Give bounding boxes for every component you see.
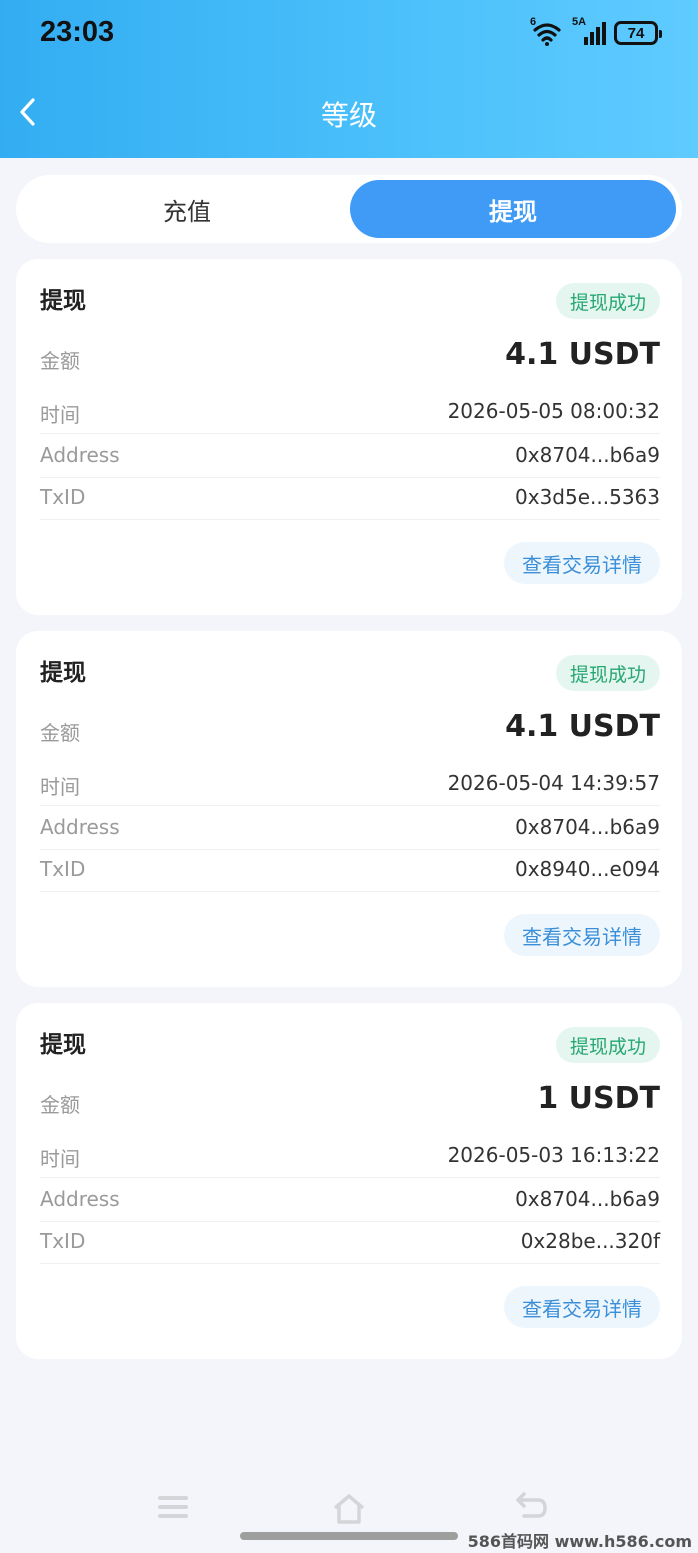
time-label: 时间 [40,775,80,799]
signal-badge: 5A [572,16,587,28]
status-badge: 提现成功 [555,283,660,319]
cellular-signal-icon: 5A [572,16,606,46]
divider [40,891,660,892]
amount-label: 金额 [40,349,80,373]
app-header: 23:03 6 5A 74 等级 [0,0,698,158]
time-value: 2026-05-05 08:00:32 [447,399,660,423]
txid-value: 0x28be...320f [520,1229,660,1253]
divider [40,433,660,434]
address-value: 0x8704...b6a9 [515,443,660,467]
battery-indicator: 74 [614,21,662,45]
withdraw-record-card: 提现 提现成功 金额 4.1 USDT 时间 2026-05-04 14:39:… [16,631,682,987]
home-icon[interactable] [331,1492,367,1524]
divider [40,805,660,806]
record-type: 提现 [40,288,86,314]
divider [40,1263,660,1264]
amount-value: 4.1 USDT [505,709,660,744]
time-label: 时间 [40,1147,80,1171]
page-title: 等级 [320,99,377,132]
time-label: 时间 [40,403,80,427]
status-bar-time: 23:03 [40,16,115,48]
view-transaction-details-button[interactable]: 查看交易详情 [504,1286,660,1328]
wifi-icon: 6 [530,16,564,46]
amount-label: 金额 [40,1093,80,1117]
status-badge: 提现成功 [555,655,660,691]
address-label: Address [40,815,120,839]
return-icon[interactable] [514,1492,548,1524]
txid-value: 0x3d5e...5363 [515,485,660,509]
txid-label: TxID [40,1229,86,1253]
home-indicator[interactable] [240,1532,458,1540]
bottom-navigation [0,1486,698,1526]
divider [40,477,660,478]
txid-value: 0x8940...e094 [514,857,660,881]
watermark: 586首码网 www.h586.com [467,1532,692,1551]
divider [40,1177,660,1178]
status-bar-icons: 6 5A 74 [530,16,662,46]
address-label: Address [40,443,120,467]
amount-value: 1 USDT [537,1081,660,1116]
view-transaction-details-button[interactable]: 查看交易详情 [504,542,660,584]
address-label: Address [40,1187,120,1211]
record-type: 提现 [40,1032,86,1058]
wifi-badge: 6 [530,16,537,28]
divider [40,849,660,850]
tab-switcher: 充值 提现 [16,175,682,243]
tab-recharge[interactable]: 充值 [24,180,350,238]
txid-label: TxID [40,485,86,509]
time-value: 2026-05-03 16:13:22 [447,1143,660,1167]
address-value: 0x8704...b6a9 [515,815,660,839]
tab-withdraw[interactable]: 提现 [350,180,676,238]
amount-label: 金额 [40,721,80,745]
menu-icon[interactable] [156,1492,190,1522]
status-badge: 提现成功 [555,1027,660,1063]
record-type: 提现 [40,660,86,686]
amount-value: 4.1 USDT [505,337,660,372]
txid-label: TxID [40,857,86,881]
withdraw-record-card: 提现 提现成功 金额 4.1 USDT 时间 2026-05-05 08:00:… [16,259,682,615]
divider [40,519,660,520]
withdraw-record-card: 提现 提现成功 金额 1 USDT 时间 2026-05-03 16:13:22… [16,1003,682,1359]
address-value: 0x8704...b6a9 [515,1187,660,1211]
view-transaction-details-button[interactable]: 查看交易详情 [504,914,660,956]
divider [40,1221,660,1222]
time-value: 2026-05-04 14:39:57 [447,771,660,795]
